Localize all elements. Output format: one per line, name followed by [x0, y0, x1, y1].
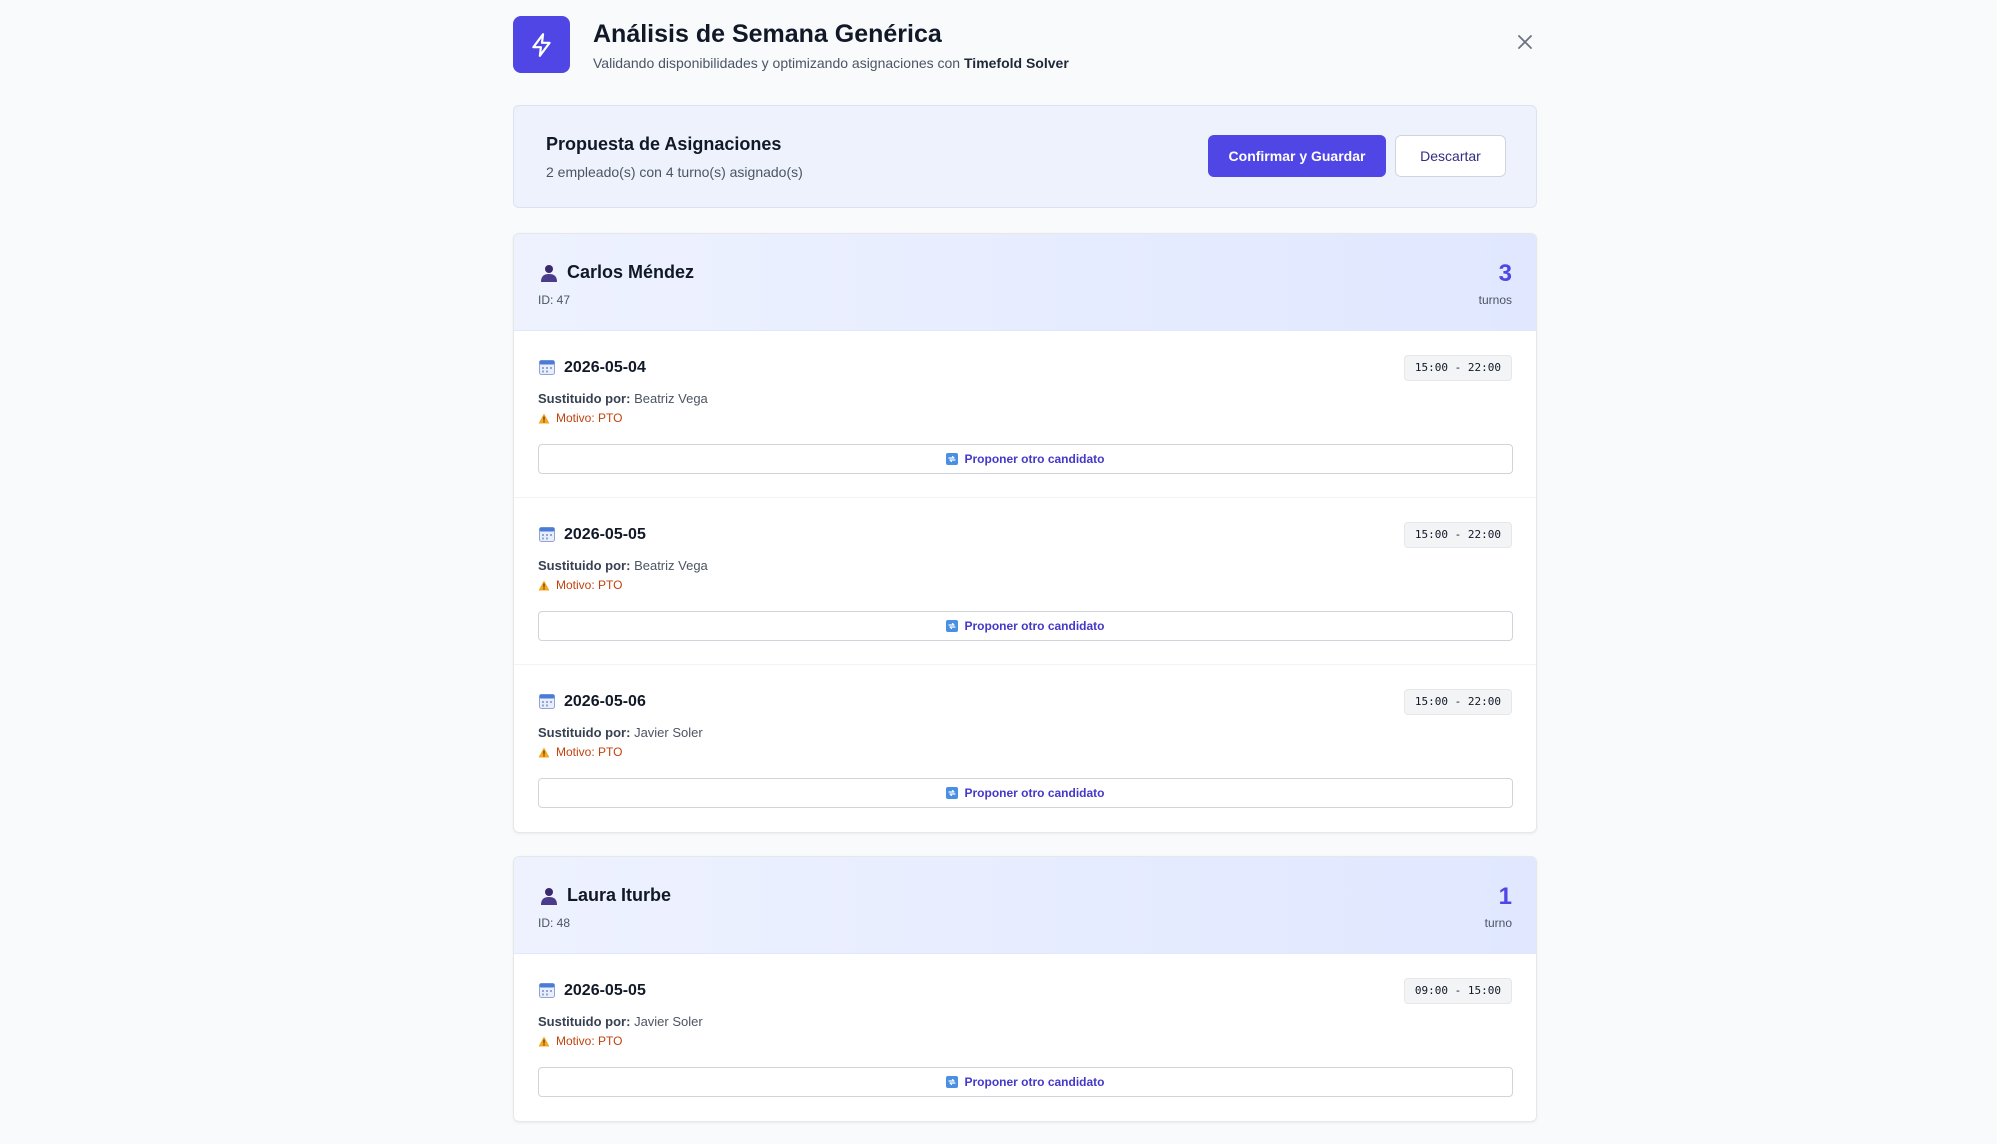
user-icon	[541, 888, 557, 905]
shift-item: 2026-05-05 15:00 - 22:00 Sustituido por:…	[514, 498, 1536, 665]
employee-id: ID: 47	[538, 293, 571, 307]
confirm-save-button[interactable]: Confirmar y Guardar	[1208, 135, 1386, 177]
reason-value: PTO	[598, 578, 623, 592]
shift-count: 1	[1498, 883, 1512, 910]
substitute-name: Beatriz Vega	[634, 558, 708, 573]
shift-count-label: turno	[1484, 916, 1512, 930]
shift-item: 2026-05-04 15:00 - 22:00 Sustituido por:…	[514, 331, 1536, 498]
shift-count-label: turnos	[1478, 293, 1512, 307]
shift-item: 2026-05-06 15:00 - 22:00 Sustituido por:…	[514, 665, 1536, 832]
warning-icon	[538, 413, 550, 424]
subtitle-text: Validando disponibilidades y optimizando…	[593, 55, 964, 71]
calendar-icon	[539, 983, 555, 998]
modal-header: Análisis de Semana Genérica Validando di…	[513, 0, 1537, 92]
employee-id: ID: 48	[538, 916, 571, 930]
substitute-name: Beatriz Vega	[634, 391, 708, 406]
proposal-summary: 2 empleado(s) con 4 turno(s) asignado(s)	[546, 164, 803, 180]
shift-date: 2026-05-05	[564, 982, 646, 999]
reason-label: Motivo:	[556, 1034, 599, 1048]
substitute-line: Sustituido por: Beatriz Vega	[538, 391, 708, 406]
reason-line: Motivo: PTO	[556, 411, 622, 425]
reason-line: Motivo: PTO	[556, 1034, 622, 1048]
propose-candidate-button[interactable]: Proponer otro candidato	[538, 611, 1513, 641]
propose-candidate-button[interactable]: Proponer otro candidato	[538, 778, 1513, 808]
reason-value: PTO	[598, 745, 623, 759]
substitute-label: Sustituido por:	[538, 1014, 631, 1029]
user-icon	[541, 265, 557, 282]
swap-icon	[946, 787, 959, 799]
propose-candidate-button[interactable]: Proponer otro candidato	[538, 444, 1513, 474]
employee-name: Laura Iturbe	[567, 885, 672, 905]
employee-card: Laura Iturbe ID: 48 1 turno 2026-05-05 0…	[513, 856, 1537, 1122]
employee-name: Carlos Méndez	[567, 262, 695, 282]
substitute-line: Sustituido por: Beatriz Vega	[538, 558, 708, 573]
discard-button[interactable]: Descartar	[1395, 135, 1506, 177]
lightning-bolt-icon	[513, 16, 570, 73]
substitute-label: Sustituido por:	[538, 725, 631, 740]
proposal-title: Propuesta de Asignaciones	[546, 134, 782, 154]
shift-date: 2026-05-06	[564, 693, 646, 710]
reason-line: Motivo: PTO	[556, 578, 622, 592]
swap-icon	[946, 453, 959, 465]
shift-date: 2026-05-05	[564, 526, 646, 543]
shift-time-badge: 15:00 - 22:00	[1403, 355, 1512, 381]
employee-card-header: Laura Iturbe ID: 48 1 turno	[514, 857, 1536, 954]
warning-icon	[538, 747, 550, 758]
warning-icon	[538, 580, 550, 591]
swap-icon	[946, 1076, 959, 1088]
calendar-icon	[539, 527, 555, 542]
propose-candidate-label: Proponer otro candidato	[964, 786, 1105, 800]
substitute-name: Javier Soler	[634, 725, 703, 740]
employee-card-header: Carlos Méndez ID: 47 3 turnos	[514, 234, 1536, 331]
calendar-icon	[539, 360, 555, 375]
propose-candidate-label: Proponer otro candidato	[964, 1075, 1105, 1089]
reason-value: PTO	[598, 411, 623, 425]
reason-label: Motivo:	[556, 411, 599, 425]
shift-time-badge: 09:00 - 15:00	[1403, 978, 1512, 1004]
employee-card: Carlos Méndez ID: 47 3 turnos 2026-05-04…	[513, 233, 1537, 833]
modal: Análisis de Semana Genérica Validando di…	[513, 0, 1537, 1122]
substitute-label: Sustituido por:	[538, 391, 631, 406]
warning-icon	[538, 1036, 550, 1047]
propose-candidate-button[interactable]: Proponer otro candidato	[538, 1067, 1513, 1097]
close-icon[interactable]	[1513, 30, 1537, 54]
solver-name: Timefold Solver	[964, 55, 1069, 71]
reason-value: PTO	[598, 1034, 623, 1048]
shift-time-badge: 15:00 - 22:00	[1403, 522, 1512, 548]
shift-count: 3	[1498, 260, 1512, 287]
swap-icon	[946, 620, 959, 632]
reason-line: Motivo: PTO	[556, 745, 622, 759]
shift-item: 2026-05-05 09:00 - 15:00 Sustituido por:…	[514, 954, 1536, 1121]
reason-label: Motivo:	[556, 578, 599, 592]
substitute-line: Sustituido por: Javier Soler	[538, 725, 703, 740]
propose-candidate-label: Proponer otro candidato	[964, 452, 1105, 466]
page-title: Análisis de Semana Genérica	[593, 20, 942, 48]
substitute-name: Javier Soler	[634, 1014, 703, 1029]
calendar-icon	[539, 694, 555, 709]
propose-candidate-label: Proponer otro candidato	[964, 619, 1105, 633]
substitute-label: Sustituido por:	[538, 558, 631, 573]
shift-time-badge: 15:00 - 22:00	[1403, 689, 1512, 715]
reason-label: Motivo:	[556, 745, 599, 759]
page-subtitle: Validando disponibilidades y optimizando…	[593, 55, 1069, 71]
substitute-line: Sustituido por: Javier Soler	[538, 1014, 703, 1029]
proposal-panel: Propuesta de Asignaciones 2 empleado(s) …	[513, 105, 1537, 208]
shift-date: 2026-05-04	[564, 359, 646, 376]
